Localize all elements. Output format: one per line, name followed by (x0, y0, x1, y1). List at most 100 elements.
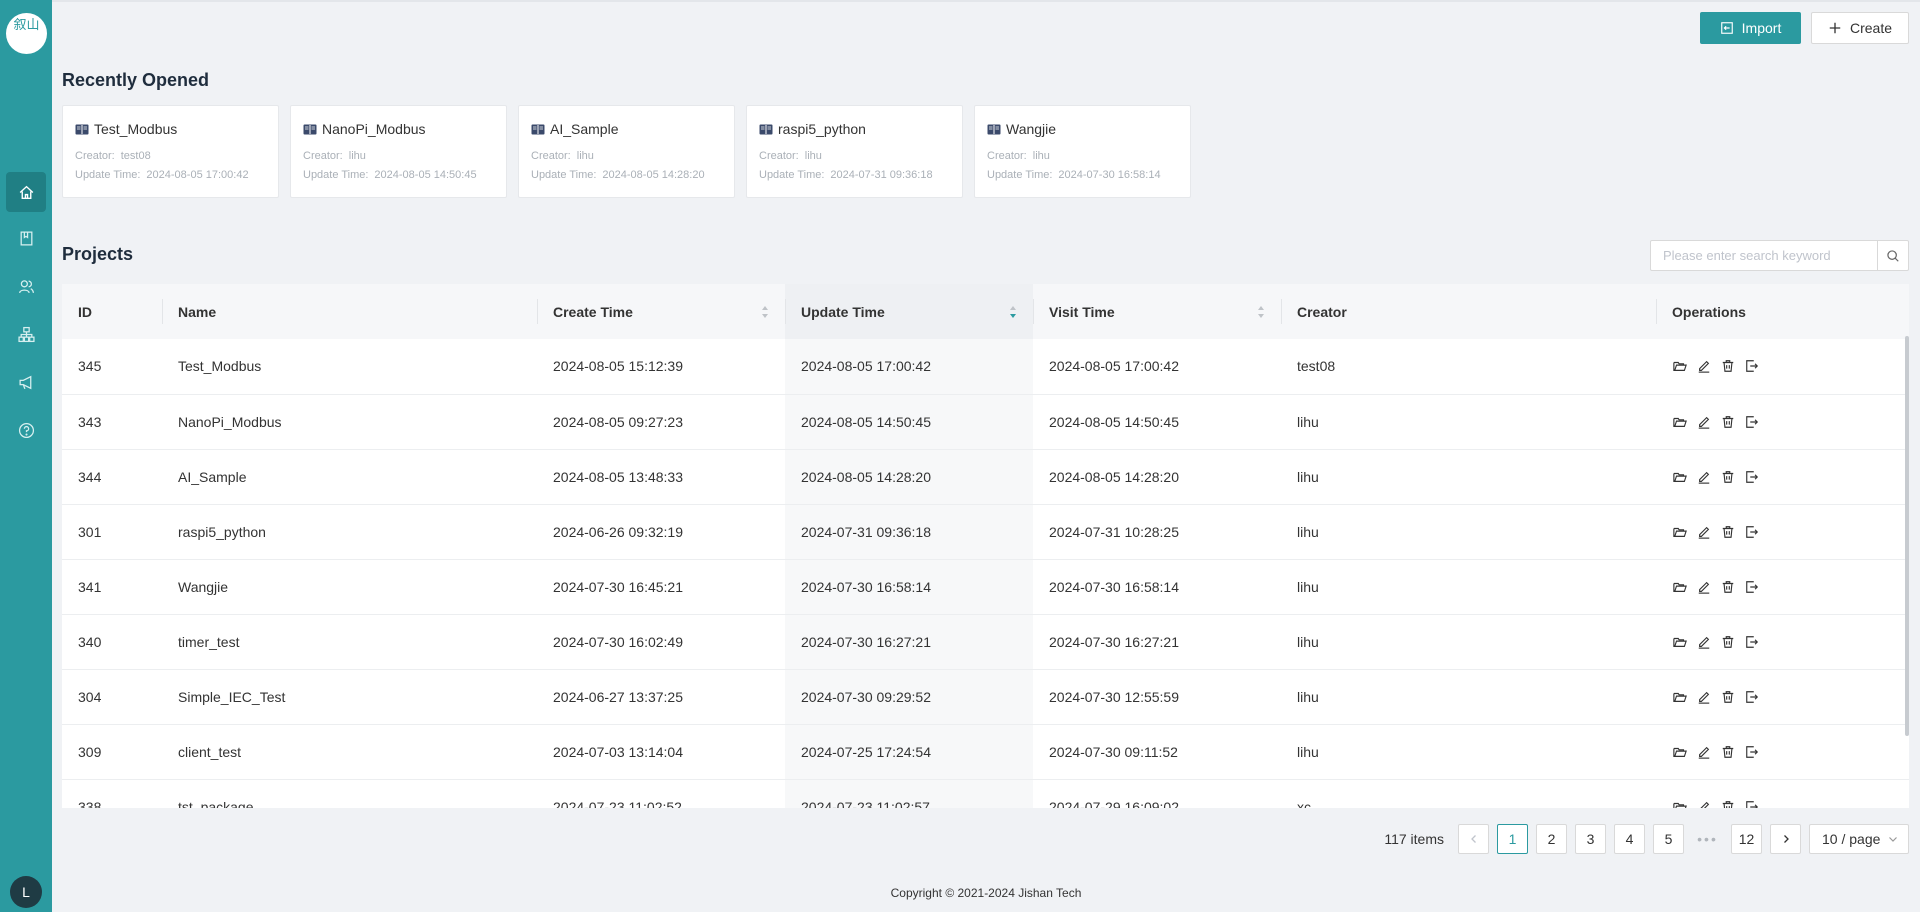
open-button[interactable] (1672, 634, 1688, 650)
open-button[interactable] (1672, 579, 1688, 595)
export-button[interactable] (1744, 634, 1760, 650)
edit-button[interactable] (1696, 744, 1712, 760)
recent-project-card[interactable]: Test_Modbus Creator: test08 Update Time: 202… (62, 105, 279, 198)
card-update-row: Update Time: 2024-08-05 17:00:42 (75, 169, 249, 181)
recent-project-card[interactable]: NanoPi_Modbus Creator: lihu Update Time: 202… (290, 105, 507, 198)
sidebar-item-organization[interactable] (6, 314, 46, 354)
cell-visit-time: 2024-07-29 16:09:02 (1049, 798, 1179, 809)
app-logo[interactable]: 叙山 (6, 13, 47, 54)
footer-copyright: Copyright © 2021-2024 Jishan Tech (890, 886, 1082, 900)
table-row[interactable]: 341 Wangjie 2024-07-30 16:45:21 2024-07-30 … (62, 559, 1909, 614)
table-row[interactable]: 345 Test_Modbus 2024-08-05 15:12:39 2024-08… (62, 339, 1909, 394)
edit-button[interactable] (1696, 358, 1712, 374)
page-ellipsis[interactable]: ••• (1692, 831, 1723, 847)
recent-project-card[interactable]: Wangjie Creator: lihu Update Time: 2024-07-3… (974, 105, 1191, 198)
table-row[interactable]: 301 raspi5_python 2024-06-26 09:32:19 2024-… (62, 504, 1909, 559)
export-button[interactable] (1744, 799, 1760, 808)
export-button[interactable] (1744, 744, 1760, 760)
cell-name: Wangjie (178, 578, 229, 595)
table-row[interactable]: 309 client_test 2024-07-03 13:14:04 2024-07… (62, 724, 1909, 779)
card-creator: lihu (348, 150, 366, 162)
edit-button[interactable] (1696, 414, 1712, 430)
delete-icon (1722, 690, 1734, 703)
export-button[interactable] (1744, 358, 1760, 374)
cell-creator: lihu (1297, 413, 1319, 430)
import-button[interactable]: Import (1700, 12, 1801, 44)
sidebar-item-docs[interactable] (6, 218, 46, 258)
recent-project-card[interactable]: AI_Sample Creator: lihu Update Time: 2024-08… (518, 105, 735, 198)
logo-text: 叙山 (13, 18, 40, 33)
page-button-5[interactable]: 5 (1653, 824, 1684, 854)
edit-button[interactable] (1696, 799, 1712, 808)
user-avatar[interactable]: L (10, 876, 42, 908)
delete-button[interactable] (1720, 744, 1736, 760)
edit-button[interactable] (1696, 579, 1712, 595)
page-button-last[interactable]: 12 (1731, 824, 1762, 854)
delete-button[interactable] (1720, 469, 1736, 485)
table-row[interactable]: 344 AI_Sample 2024-08-05 13:48:33 2024-08-0… (62, 449, 1909, 504)
table-scrollbar[interactable] (1905, 336, 1909, 736)
edit-button[interactable] (1696, 524, 1712, 540)
organization-icon (17, 326, 35, 342)
edit-button[interactable] (1696, 469, 1712, 485)
row-operations (1672, 414, 1909, 430)
open-button[interactable] (1672, 524, 1688, 540)
open-button[interactable] (1672, 414, 1688, 430)
export-button[interactable] (1744, 689, 1760, 705)
column-header-create-time[interactable]: Create Time (537, 284, 785, 339)
cell-visit-time: 2024-07-31 10:28:25 (1049, 523, 1179, 540)
open-folder-icon (1673, 417, 1687, 427)
sidebar-item-help[interactable] (6, 410, 46, 450)
search-button[interactable] (1877, 241, 1908, 270)
page-size-select[interactable]: 10 / page (1809, 824, 1909, 854)
delete-button[interactable] (1720, 799, 1736, 808)
search-input[interactable] (1651, 241, 1877, 270)
recent-project-card[interactable]: raspi5_python Creator: lihu Update Time: 202… (746, 105, 963, 198)
open-button[interactable] (1672, 469, 1688, 485)
table-row[interactable]: 343 NanoPi_Modbus 2024-08-05 09:27:23 2024-… (62, 394, 1909, 449)
chevron-left-icon (1470, 835, 1476, 843)
card-title: AI_Sample (531, 121, 722, 137)
sidebar-item-home[interactable] (6, 172, 46, 212)
export-button[interactable] (1744, 414, 1760, 430)
table-row[interactable]: 338 tst_package 2024-07-23 11:02:52 2024-07… (62, 779, 1909, 808)
export-icon (1746, 635, 1759, 648)
project-book-icon (759, 124, 773, 134)
export-icon (1746, 525, 1759, 538)
create-button[interactable]: Create (1811, 12, 1909, 44)
sidebar-item-users[interactable] (6, 266, 46, 306)
export-button[interactable] (1744, 579, 1760, 595)
edit-button[interactable] (1696, 634, 1712, 650)
delete-button[interactable] (1720, 634, 1736, 650)
card-title: raspi5_python (759, 121, 950, 137)
export-button[interactable] (1744, 524, 1760, 540)
delete-button[interactable] (1720, 689, 1736, 705)
page-button-3[interactable]: 3 (1575, 824, 1606, 854)
column-header-visit-time[interactable]: Visit Time (1033, 284, 1281, 339)
edit-button[interactable] (1696, 689, 1712, 705)
delete-button[interactable] (1720, 579, 1736, 595)
column-header-update-time[interactable]: Update Time (785, 284, 1033, 339)
card-update-time: 2024-08-05 14:50:45 (374, 169, 477, 181)
edit-icon (1698, 581, 1710, 594)
table-row[interactable]: 304 Simple_IEC_Test 2024-06-27 13:37:25 202… (62, 669, 1909, 724)
page-button-2[interactable]: 2 (1536, 824, 1567, 854)
delete-button[interactable] (1720, 524, 1736, 540)
delete-button[interactable] (1720, 414, 1736, 430)
open-button[interactable] (1672, 744, 1688, 760)
export-icon (1746, 580, 1759, 593)
prev-page-button[interactable] (1458, 824, 1489, 854)
page-button-1[interactable]: 1 (1497, 824, 1528, 854)
export-button[interactable] (1744, 469, 1760, 485)
table-row[interactable]: 340 timer_test 2024-07-30 16:02:49 2024-07-… (62, 614, 1909, 669)
next-page-button[interactable] (1770, 824, 1801, 854)
open-button[interactable] (1672, 799, 1688, 808)
open-button[interactable] (1672, 689, 1688, 705)
page-button-4[interactable]: 4 (1614, 824, 1645, 854)
open-button[interactable] (1672, 358, 1688, 374)
delete-button[interactable] (1720, 358, 1736, 374)
row-operations (1672, 744, 1909, 760)
cell-creator: xc (1297, 798, 1311, 809)
chevron-down-icon (1889, 837, 1897, 842)
sidebar-item-announcements[interactable] (6, 362, 46, 402)
